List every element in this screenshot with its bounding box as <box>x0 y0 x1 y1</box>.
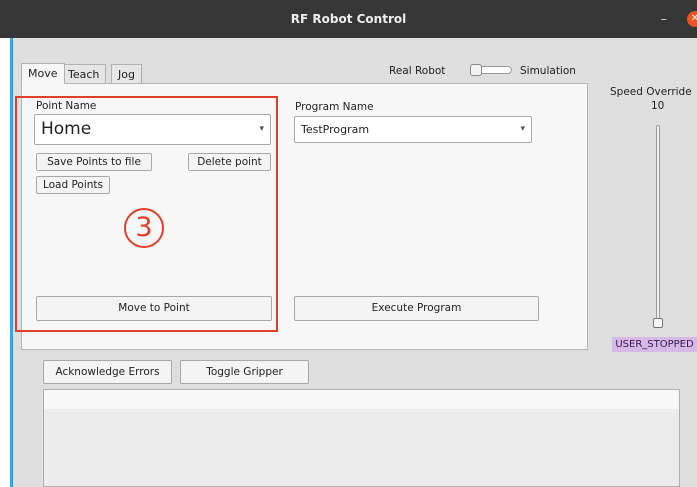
speed-override-label: Speed Override <box>610 86 692 98</box>
status-badge: USER_STOPPED <box>612 337 697 352</box>
log-header-strip <box>44 390 679 409</box>
program-name-label: Program Name <box>295 101 374 113</box>
program-value: TestProgram <box>301 123 370 136</box>
point-name-select[interactable]: Home ▾ <box>34 114 271 145</box>
minimize-button[interactable]: – <box>661 12 668 27</box>
tab-move[interactable]: Move <box>21 63 65 84</box>
save-points-button[interactable]: Save Points to file <box>36 153 152 171</box>
speed-value: 10 <box>651 100 665 112</box>
log-text-area[interactable] <box>43 389 680 487</box>
simulation-label: Simulation <box>520 65 576 77</box>
close-button[interactable]: ✕ <box>687 11 697 27</box>
window-title: RF Robot Control <box>290 12 407 26</box>
delete-point-button[interactable]: Delete point <box>188 153 271 171</box>
speed-slider-track[interactable] <box>656 125 660 325</box>
load-points-button[interactable]: Load Points <box>36 176 110 194</box>
callout-number: 3 <box>124 208 164 248</box>
chevron-down-icon: ▾ <box>520 124 525 134</box>
execute-program-button[interactable]: Execute Program <box>294 296 539 321</box>
toggle-knob[interactable] <box>470 64 482 76</box>
tab-jog[interactable]: Jog <box>111 64 142 83</box>
move-to-point-button[interactable]: Move to Point <box>36 296 272 321</box>
program-select[interactable]: TestProgram ▾ <box>294 116 532 143</box>
toggle-gripper-button[interactable]: Toggle Gripper <box>180 360 309 384</box>
chevron-down-icon: ▾ <box>259 124 264 134</box>
speed-slider-handle[interactable] <box>653 318 663 328</box>
title-bar: RF Robot Control – ✕ <box>0 0 697 38</box>
real-robot-label: Real Robot <box>389 65 446 77</box>
acknowledge-errors-button[interactable]: Acknowledge Errors <box>43 360 172 384</box>
point-name-label: Point Name <box>36 100 97 112</box>
tab-teach[interactable]: Teach <box>61 64 107 83</box>
point-name-value: Home <box>41 119 92 139</box>
mode-toggle[interactable] <box>470 64 512 76</box>
